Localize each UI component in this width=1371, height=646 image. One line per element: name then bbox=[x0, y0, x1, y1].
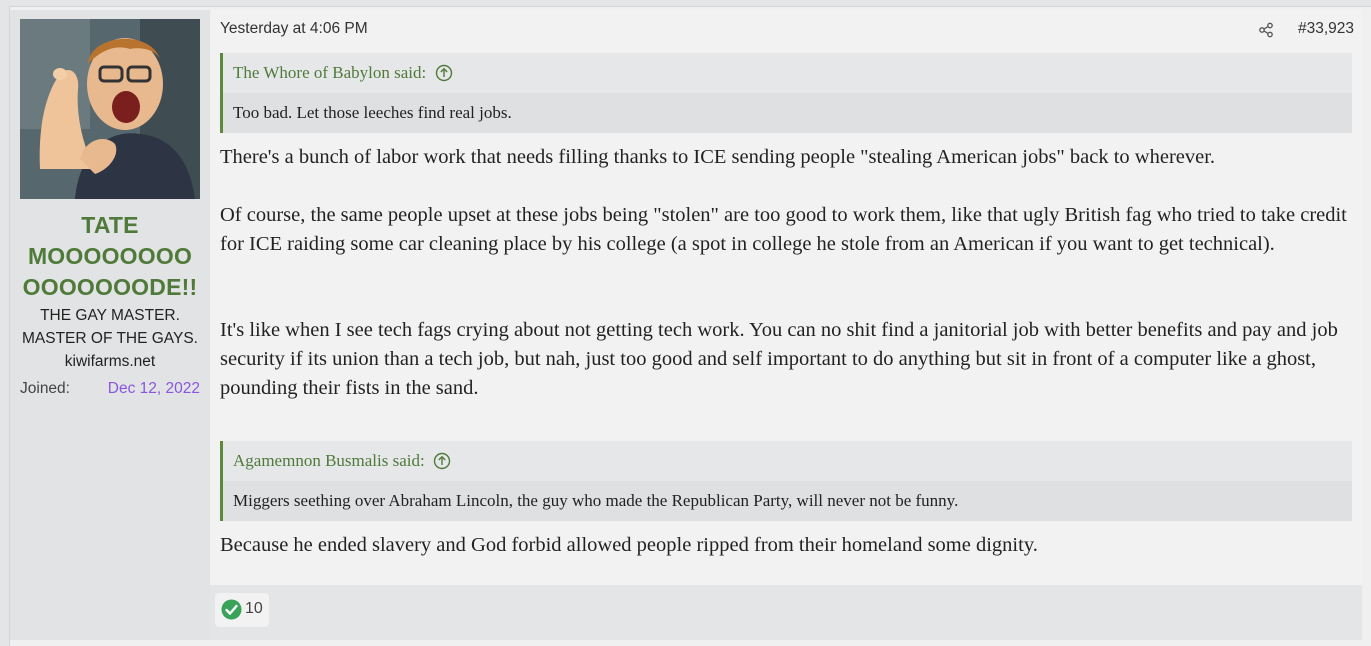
username-line: OOOOOOODE!! bbox=[22, 274, 198, 300]
post-paragraph: It's like when I see tech fags crying ab… bbox=[220, 319, 1338, 399]
arrow-up-circle-icon[interactable] bbox=[435, 64, 453, 82]
post-footer: 10 bbox=[210, 585, 1362, 640]
quote-block: Agamemnon Busmalis said: Miggers seethin… bbox=[220, 441, 1352, 521]
user-title-line: THE GAY MASTER. bbox=[40, 307, 180, 324]
post-date-link[interactable]: Yesterday at 4:06 PM bbox=[220, 20, 368, 38]
quote-header: The Whore of Babylon said: bbox=[223, 53, 1352, 93]
user-info-panel: TATE MOOOOOOOO OOOOOOODE!! THE GAY MASTE… bbox=[10, 10, 210, 640]
post-paragraph: Because he ended slavery and God forbid … bbox=[220, 534, 1038, 556]
username-line: MOOOOOOOO bbox=[27, 243, 193, 269]
quote-text: Too bad. Let those leeches find real job… bbox=[223, 93, 1352, 133]
user-title: THE GAY MASTER. MASTER OF THE GAYS. bbox=[10, 304, 210, 350]
post-main: Yesterday at 4:06 PM #33,923 The Whore o… bbox=[210, 10, 1362, 585]
username[interactable]: TATE MOOOOOOOO OOOOOOODE!! bbox=[10, 210, 210, 303]
post-number-link[interactable]: #33,923 bbox=[1298, 20, 1354, 38]
share-icon[interactable] bbox=[1258, 22, 1274, 38]
avatar-image bbox=[20, 19, 200, 199]
joined-label: Joined: bbox=[20, 380, 70, 397]
quote-text: Miggers seething over Abraham Lincoln, t… bbox=[223, 481, 1352, 521]
reaction-summary[interactable]: 10 bbox=[215, 593, 269, 627]
quote-author-link[interactable]: Agamemnon Busmalis said: bbox=[233, 451, 425, 470]
post-paragraph: Of course, the same people upset at thes… bbox=[220, 204, 1347, 255]
arrow-up-circle-icon[interactable] bbox=[433, 452, 451, 470]
checkmark-icon bbox=[221, 599, 242, 620]
user-site: kiwifarms.net bbox=[64, 353, 156, 370]
user-title-line: MASTER OF THE GAYS. bbox=[22, 330, 198, 347]
quote-block: The Whore of Babylon said: Too bad. Let … bbox=[220, 53, 1352, 133]
quote-author-link[interactable]: The Whore of Babylon said: bbox=[233, 63, 426, 82]
quote-header: Agamemnon Busmalis said: bbox=[223, 441, 1352, 481]
reaction-count: 10 bbox=[245, 600, 263, 617]
post-paragraph: There's a bunch of labor work that needs… bbox=[220, 146, 1216, 168]
username-line: TATE bbox=[81, 212, 139, 238]
avatar[interactable] bbox=[20, 19, 200, 199]
joined-date: Dec 12, 2022 bbox=[107, 380, 200, 397]
